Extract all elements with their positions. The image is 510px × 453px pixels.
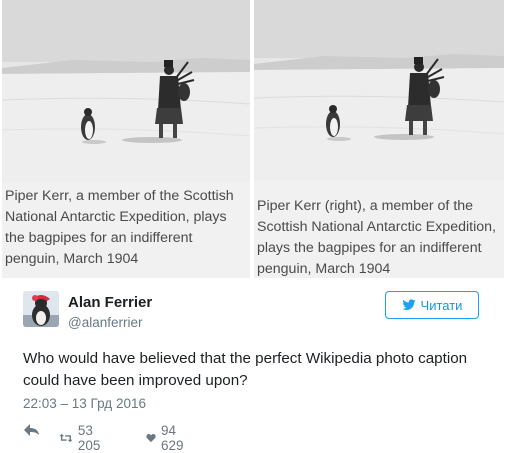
avatar-image	[23, 291, 59, 327]
like-button[interactable]: 94 629	[146, 423, 189, 453]
avatar[interactable]	[23, 291, 59, 327]
antarctic-photo-right	[254, 0, 504, 180]
tweet-timestamp[interactable]: 22:03 – 13 Грд 2016	[23, 396, 146, 411]
photo-card-left: Piper Kerr, a member of the Scottish Nat…	[2, 0, 250, 278]
reply-button[interactable]	[23, 423, 40, 437]
heart-icon	[146, 433, 156, 443]
retweet-button[interactable]: 53 205	[59, 423, 107, 453]
antarctic-photo-left	[2, 0, 250, 182]
like-count: 94 629	[161, 423, 184, 453]
tweet-text: Who would have believed that the perfect…	[23, 350, 468, 389]
follow-button-label: Читати	[420, 297, 463, 313]
reply-icon	[24, 424, 39, 436]
piper-penguin-image	[2, 0, 250, 182]
photo-caption-left: Piper Kerr, a member of the Scottish Nat…	[5, 188, 234, 267]
tweet-card: Alan Ferrier @alanferrier Читати Who wou…	[0, 280, 510, 453]
photo-card-right: Piper Kerr (right), a member of the Scot…	[254, 0, 504, 278]
photo-caption-right: Piper Kerr (right), a member of the Scot…	[257, 198, 496, 277]
author-name[interactable]: Alan Ferrier	[68, 294, 152, 311]
retweet-icon	[59, 433, 73, 443]
piper-penguin-image	[254, 0, 504, 180]
retweet-count: 53 205	[77, 423, 101, 453]
photo-comparison: Piper Kerr, a member of the Scottish Nat…	[0, 0, 510, 280]
follow-button[interactable]: Читати	[385, 291, 479, 319]
twitter-bird-icon	[401, 299, 416, 310]
author-handle[interactable]: @alanferrier	[68, 315, 142, 330]
